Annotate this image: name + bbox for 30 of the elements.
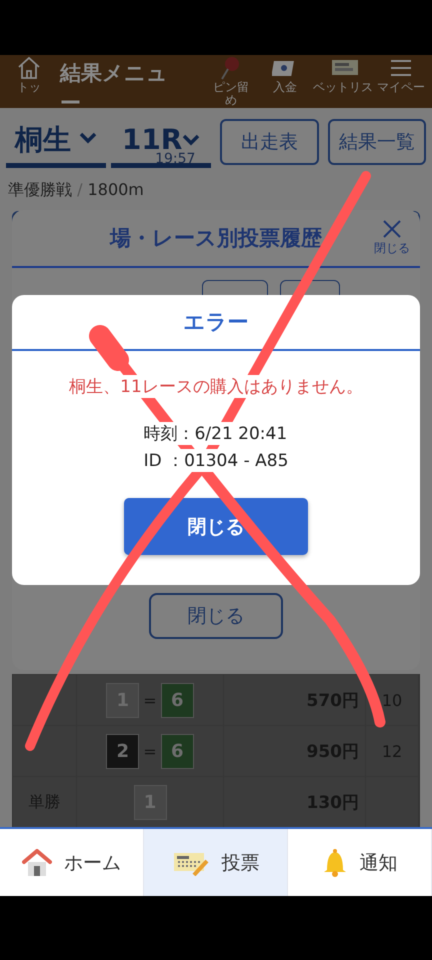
close-button[interactable]: 閉じる bbox=[374, 218, 410, 257]
header-link[interactable]: ベットリス bbox=[313, 81, 373, 94]
detail-text: ID ：01304 - A85 bbox=[144, 449, 288, 472]
detail-text: 時刻：6/21 20:41 bbox=[144, 422, 288, 445]
modal-title: 場・レース別投票履歴 bbox=[110, 225, 322, 252]
header-link[interactable]: ピン留 め bbox=[213, 81, 249, 107]
dialog-title: エラー bbox=[184, 309, 248, 336]
nav-button[interactable]: 出走表 bbox=[220, 119, 319, 165]
header-link[interactable]: トッ bbox=[17, 81, 41, 94]
close-button[interactable]: 閉じる bbox=[149, 593, 283, 639]
home-icon bbox=[16, 55, 42, 81]
race-time: 19:57 bbox=[155, 151, 196, 167]
header-link[interactable]: 入金 bbox=[273, 81, 297, 94]
joiner-text: = bbox=[143, 690, 157, 710]
nav-button[interactable]: 結果一覧 bbox=[328, 119, 426, 165]
boat-number: 6 bbox=[160, 734, 194, 768]
close-icon bbox=[381, 218, 403, 240]
venue-select[interactable]: 桐生 bbox=[6, 116, 106, 168]
nav-tab[interactable]: 投票 bbox=[144, 829, 288, 896]
chevron-down-icon bbox=[79, 131, 98, 145]
header-link[interactable]: マイペー bbox=[377, 81, 425, 94]
boat-number: 2 bbox=[106, 734, 140, 768]
house-icon bbox=[22, 848, 52, 876]
joiner-text: = bbox=[143, 742, 157, 760]
page-title: 結果メニュ ー bbox=[60, 60, 169, 108]
race-select[interactable]: 11R 19:57 bbox=[111, 116, 212, 168]
race-info: 準優勝戦 / 1800m bbox=[8, 180, 145, 201]
chevron-down-icon bbox=[182, 132, 200, 146]
boat-number: 6 bbox=[160, 682, 194, 718]
bell-icon bbox=[322, 848, 348, 878]
